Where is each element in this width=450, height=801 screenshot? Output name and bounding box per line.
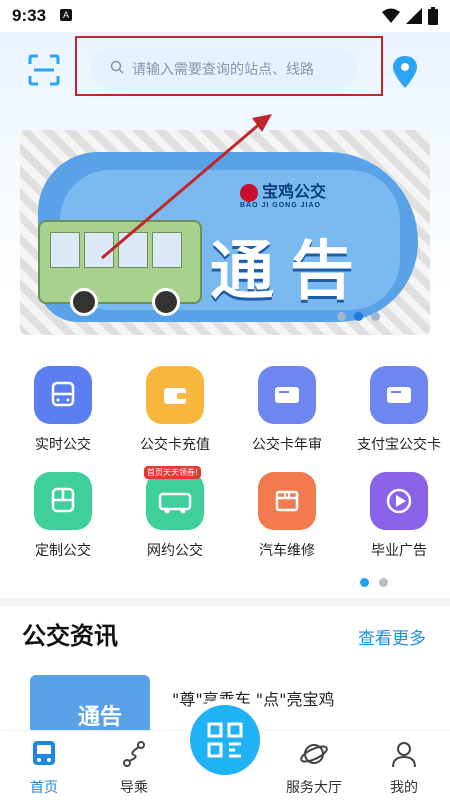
status-time: 9:33 (12, 6, 47, 25)
service-label: 公交卡充值 (140, 437, 210, 453)
banner-dot[interactable] (371, 312, 380, 321)
grid-dot-active[interactable] (360, 578, 369, 587)
bus-front-icon (33, 741, 55, 765)
bus-side-icon: 首页天天领券! (144, 466, 204, 530)
route-icon (123, 741, 145, 767)
bus-icon (34, 366, 92, 424)
section-divider (0, 598, 450, 606)
planet-icon (300, 744, 328, 764)
news-section-title: 公交资讯 (22, 622, 118, 650)
card-icon (258, 366, 316, 424)
news-thumbnail-text: 通告 (78, 705, 123, 730)
qr-scan-button[interactable] (190, 705, 260, 775)
location-pin-icon[interactable] (392, 56, 418, 88)
service-label: 定制公交 (35, 543, 91, 559)
promo-tag: 首页天天领券! (144, 466, 202, 479)
status-bar: 9:33 A (0, 0, 450, 32)
service-realtime-bus[interactable]: 实时公交 (7, 366, 119, 454)
news-thumbnail[interactable]: 通告 (30, 675, 150, 737)
tab-service-hall[interactable]: 服务大厅 (274, 739, 354, 797)
news-more-link[interactable]: 查看更多 (358, 624, 426, 649)
brand-subtitle: BAO JI GONG JIAO (240, 202, 321, 209)
user-icon (392, 742, 416, 768)
repair-icon (258, 472, 316, 530)
service-alipay-card[interactable]: 支付宝公交卡 (343, 366, 450, 454)
highlight-box (75, 36, 383, 96)
tab-mine[interactable]: 我的 (364, 739, 444, 797)
service-car-repair[interactable]: 汽车维修 (231, 472, 343, 560)
tab-home[interactable]: 首页 (4, 739, 84, 797)
news-item-title[interactable]: "尊"享乘车 "点"亮宝鸡 (172, 686, 335, 710)
service-graduation-ad[interactable]: 毕业广告 (343, 472, 450, 560)
banner-pager[interactable] (337, 312, 380, 321)
wallet-icon (146, 366, 204, 424)
banner-carousel[interactable]: 宝鸡公交 BAO JI GONG JIAO 通告 (20, 130, 430, 335)
service-label: 实时公交 (35, 437, 91, 453)
banner-headline: 通告 (210, 235, 370, 309)
service-card-annual[interactable]: 公交卡年审 (231, 366, 343, 454)
service-label: 公交卡年审 (252, 437, 322, 453)
tab-label: 我的 (390, 780, 418, 796)
status-icons (382, 7, 438, 25)
service-card-recharge[interactable]: 公交卡充值 (119, 366, 231, 454)
qr-scan-icon (207, 722, 243, 758)
card-icon (370, 366, 428, 424)
service-label: 网约公交 (147, 543, 203, 559)
graduation-icon (370, 472, 428, 530)
grid-dot[interactable] (379, 578, 388, 587)
banner-dot-active[interactable] (354, 312, 363, 321)
service-custom-bus[interactable]: 定制公交 (7, 472, 119, 560)
signal-icon (406, 8, 422, 24)
service-label: 汽车维修 (259, 543, 315, 559)
brand-name: 宝鸡公交 (262, 184, 327, 201)
service-ride-hailing-bus[interactable]: 首页天天领券! 网约公交 (119, 466, 231, 560)
tab-label: 服务大厅 (286, 780, 342, 796)
wifi-icon (382, 8, 400, 23)
banner-brand: 宝鸡公交 BAO JI GONG JIAO (240, 178, 326, 209)
service-label: 支付宝公交卡 (357, 437, 441, 453)
tab-guide[interactable]: 导乘 (94, 739, 174, 797)
service-label: 毕业广告 (371, 543, 427, 559)
scan-icon[interactable] (28, 54, 60, 86)
tab-label: 首页 (30, 780, 58, 796)
battery-icon (428, 7, 438, 25)
bus-icon (34, 472, 92, 530)
banner-bus-illustration (38, 220, 202, 316)
brand-logo-icon (240, 183, 258, 202)
grid-pager[interactable] (360, 578, 388, 587)
banner-dot[interactable] (337, 312, 346, 321)
tab-label: 导乘 (120, 780, 148, 796)
notification-a-icon: A (60, 9, 72, 21)
